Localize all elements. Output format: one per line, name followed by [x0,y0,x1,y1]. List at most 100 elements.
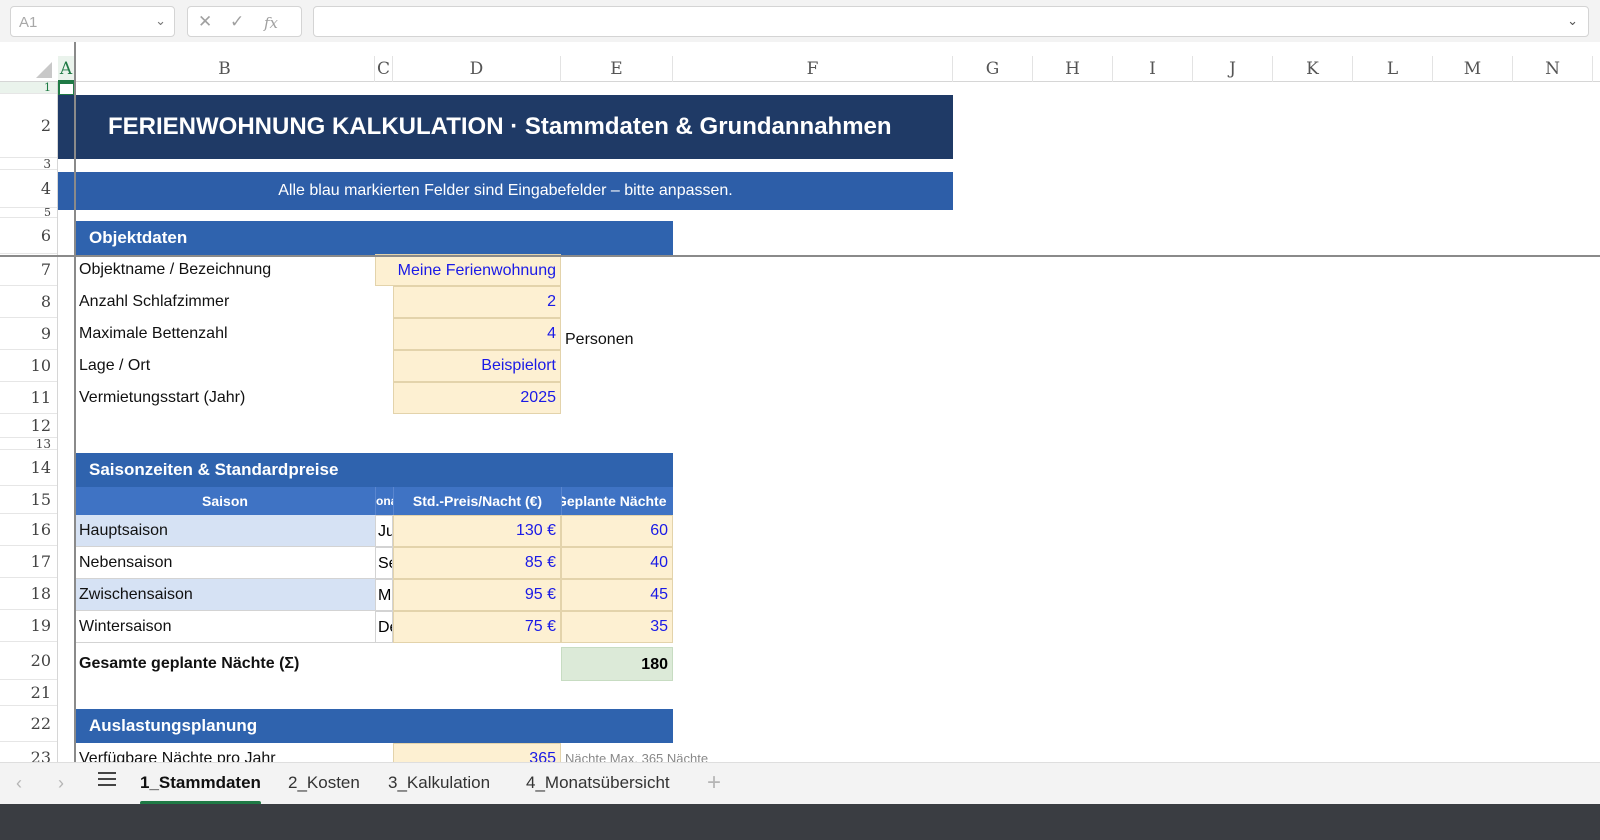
saison-monate[interactable]: M [375,579,393,611]
row-header-17[interactable]: 17 [0,546,57,578]
row-header-13[interactable]: 13 [0,438,57,450]
saison-name[interactable]: Hauptsaison [75,515,375,547]
saison-preis[interactable]: 95 € [393,579,561,611]
col-header-d[interactable]: D [393,56,561,82]
input-lage[interactable]: Beispielort [393,350,561,382]
saison-preis[interactable]: 130 € [393,515,561,547]
row-header-22[interactable]: 22 [0,706,57,742]
row-header-1[interactable]: 1 [0,82,57,94]
row-header-16[interactable]: 16 [0,514,57,546]
input-schlafzimmer[interactable]: 2 [393,286,561,318]
label-verfuegbare-naechte[interactable]: Verfügbare Nächte pro Jahr [75,743,375,762]
row-header-20[interactable]: 20 [0,642,57,680]
add-sheet-icon[interactable]: + [707,769,721,797]
next-sheet-icon[interactable]: › [58,773,64,794]
status-bar [0,804,1600,840]
row-headers: 1 2 3 4 5 6 7 8 9 10 11 12 13 14 15 16 1… [0,82,58,762]
formula-input[interactable]: ⌄ [313,6,1589,37]
col-monate: ona [375,487,393,515]
sheet-list-icon[interactable] [98,772,116,788]
col-saison: Saison [75,487,375,515]
row-header-10[interactable]: 10 [0,350,57,382]
row-header-15[interactable]: 15 [0,486,57,514]
tab-monatsuebersicht[interactable]: 4_Monatsübersicht [526,773,670,793]
col-header-g[interactable]: G [953,56,1033,82]
section-header-auslastung: Auslastungsplanung [75,709,673,743]
label-vermietungsstart[interactable]: Vermietungsstart (Jahr) [75,382,375,414]
row-header-7[interactable]: 7 [0,254,57,286]
saison-name[interactable]: Wintersaison [75,611,375,643]
label-bettenzahl[interactable]: Maximale Bettenzahl [75,318,375,350]
saison-naechte[interactable]: 40 [561,547,673,579]
prev-sheet-icon[interactable]: ‹ [16,773,22,794]
saison-monate[interactable]: De [375,611,393,643]
col-header-i[interactable]: I [1113,56,1193,82]
row-header-23[interactable]: 23 [0,742,57,762]
row-header-18[interactable]: 18 [0,578,57,610]
col-header-c[interactable]: C [375,56,393,82]
tab-stammdaten[interactable]: 1_Stammdaten [140,773,261,805]
name-box[interactable]: A1 ⌄ [10,6,175,37]
col-geplante-naechte: Geplante Nächte [561,487,673,515]
col-header-m[interactable]: M [1433,56,1513,82]
row-header-8[interactable]: 8 [0,286,57,318]
row-header-21[interactable]: 21 [0,680,57,706]
col-header-l[interactable]: L [1353,56,1433,82]
column-headers: A B C D E F G H I J K L M N [0,56,1600,82]
saison-preis[interactable]: 85 € [393,547,561,579]
info-banner: Alle blau markierten Felder sind Eingabe… [58,172,953,210]
row-header-9[interactable]: 9 [0,318,57,350]
input-vermietungsstart[interactable]: 2025 [393,382,561,414]
row-header-3[interactable]: 3 [0,158,57,170]
col-header-k[interactable]: K [1273,56,1353,82]
page-title: FERIENWOHNUNG KALKULATION · Stammdaten &… [58,95,953,159]
function-icon[interactable]: fx [264,14,278,32]
cancel-icon[interactable]: ✕ [198,12,212,32]
selected-cell[interactable] [58,82,75,96]
saison-naechte[interactable]: 60 [561,515,673,547]
label-lage[interactable]: Lage / Ort [75,350,375,382]
col-header-h[interactable]: H [1033,56,1113,82]
col-header-a[interactable]: A [58,56,75,82]
total-value[interactable]: 180 [561,647,673,681]
sheet-grid: FERIENWOHNUNG KALKULATION · Stammdaten &… [58,82,1600,762]
col-header-j[interactable]: J [1193,56,1273,82]
section-header-saison: Saisonzeiten & Standardpreise [75,453,673,487]
label-schlafzimmer[interactable]: Anzahl Schlafzimmer [75,286,375,318]
row-header-2[interactable]: 2 [0,94,57,158]
label-objektname[interactable]: Objektname / Bezeichnung [75,254,375,286]
row-header-5[interactable]: 5 [0,208,57,218]
confirm-icon[interactable]: ✓ [230,12,244,32]
col-std-preis: Std.-Preis/Nacht (€) [393,487,561,515]
saison-name[interactable]: Zwischensaison [75,579,375,611]
saison-naechte[interactable]: 35 [561,611,673,643]
formula-bar: A1 ⌄ ✕ ✓ fx ⌄ [0,0,1600,42]
row-header-11[interactable]: 11 [0,382,57,414]
col-header-b[interactable]: B [75,56,375,82]
unit-personen: Personen [565,331,634,348]
row-header-6[interactable]: 6 [0,218,57,254]
saison-name[interactable]: Nebensaison [75,547,375,579]
chevron-down-icon[interactable]: ⌄ [155,13,166,29]
row-header-19[interactable]: 19 [0,610,57,642]
chevron-down-icon[interactable]: ⌄ [1567,13,1578,29]
saison-naechte[interactable]: 45 [561,579,673,611]
freeze-line-vertical [74,42,76,762]
formula-actions: ✕ ✓ fx [187,6,302,37]
input-bettenzahl[interactable]: 4 [393,318,561,350]
tab-kalkulation[interactable]: 3_Kalkulation [388,773,490,793]
row-header-4[interactable]: 4 [0,170,57,208]
tab-kosten[interactable]: 2_Kosten [288,773,360,793]
col-header-e[interactable]: E [561,56,673,82]
row-header-14[interactable]: 14 [0,450,57,486]
input-verfuegbare-naechte[interactable]: 365 [393,743,561,762]
saison-monate[interactable]: Se [375,547,393,579]
col-header-n[interactable]: N [1513,56,1593,82]
saison-preis[interactable]: 75 € [393,611,561,643]
saison-monate[interactable]: Ju [375,515,393,547]
input-objektname[interactable]: Meine Ferienwohnung [375,254,561,286]
freeze-line-horizontal [0,255,1600,257]
col-header-f[interactable]: F [673,56,953,82]
select-all-icon[interactable] [36,62,52,78]
row-header-12[interactable]: 12 [0,414,57,438]
